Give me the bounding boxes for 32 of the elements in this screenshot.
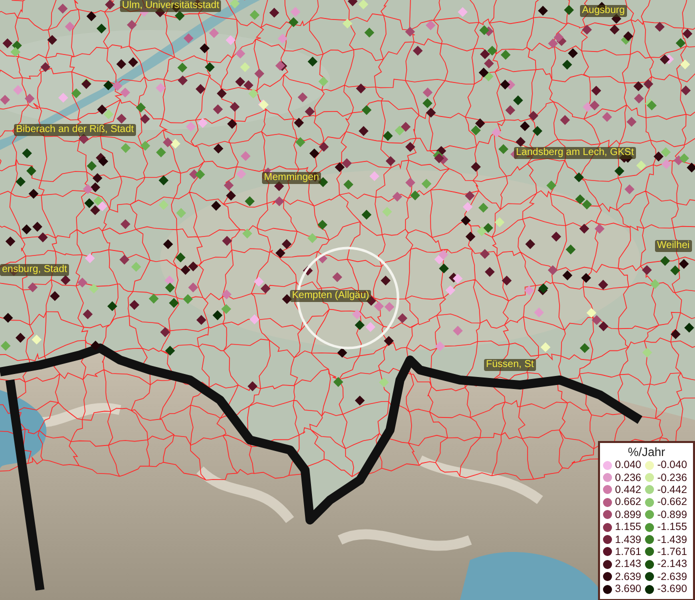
legend-value: 2.143 <box>615 558 642 570</box>
legend-value: -2.639 <box>657 570 688 583</box>
legend-value: 0.040 <box>615 459 642 472</box>
legend-value: 0.662 <box>615 496 642 508</box>
legend-value: -1.761 <box>657 546 688 558</box>
city-label: Füssen, St <box>484 359 536 371</box>
legend-value: 1.155 <box>615 521 642 534</box>
legend-value: 0.236 <box>615 472 642 484</box>
legend-value: -0.236 <box>657 472 688 484</box>
legend-value: 2.639 <box>615 570 642 583</box>
legend-value: -2.143 <box>657 558 688 570</box>
legend-value: 3.690 <box>615 583 642 596</box>
legend-value: -1.439 <box>657 534 688 546</box>
legend-value: -1.155 <box>657 521 688 534</box>
legend-value: 1.761 <box>615 546 642 558</box>
city-label: Biberach an der Riß, Stadt <box>14 124 136 136</box>
legend-value: -0.899 <box>657 508 688 521</box>
city-label: Memmingen <box>262 172 322 184</box>
city-label: Augsburg <box>580 5 627 17</box>
legend-value: 1.439 <box>615 534 642 546</box>
city-label: Landsberg am Lech, GKSt <box>514 147 636 159</box>
city-label: ensburg, Stadt <box>0 264 70 276</box>
legend-value: -0.662 <box>657 496 688 508</box>
legend-value: -3.690 <box>657 583 688 596</box>
legend-value: -0.040 <box>657 459 688 472</box>
legend-title: %/Jahr <box>626 445 666 459</box>
legend-value: 0.442 <box>615 484 642 496</box>
city-label: Weilhei <box>655 240 692 252</box>
city-label: Kempten (Allgäu) <box>290 290 372 302</box>
city-label: Ulm, Universitätsstadt <box>120 0 222 12</box>
legend-value: 0.899 <box>615 508 642 521</box>
legend-value: -0.442 <box>657 484 688 496</box>
